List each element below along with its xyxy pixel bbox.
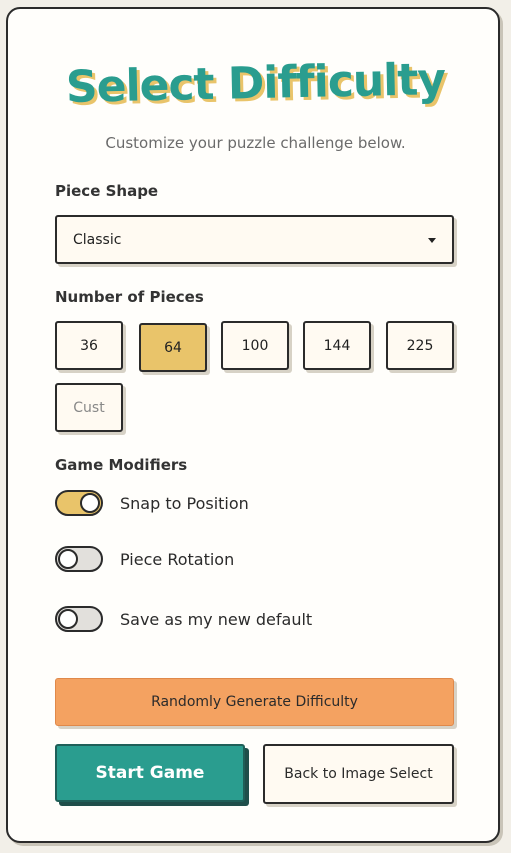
- save-default-toggle[interactable]: [55, 606, 103, 632]
- toggle-knob: [58, 609, 78, 629]
- piece-rotation-toggle[interactable]: [55, 546, 103, 572]
- piece-count-36-button[interactable]: 36: [55, 321, 123, 370]
- piece-count-144-button[interactable]: 144: [303, 321, 371, 370]
- snap-to-position-label: Snap to Position: [120, 493, 249, 513]
- game-modifiers-label: Game Modifiers: [55, 456, 188, 474]
- random-difficulty-button[interactable]: Randomly Generate Difficulty: [55, 678, 454, 726]
- start-game-button[interactable]: Start Game: [55, 744, 245, 802]
- save-default-label: Save as my new default: [120, 609, 313, 629]
- piece-count-custom-input[interactable]: Cust: [55, 383, 123, 432]
- piece-rotation-row: Piece Rotation: [55, 545, 234, 573]
- piece-shape-value: Classic: [73, 231, 122, 248]
- number-of-pieces-label: Number of Pieces: [55, 288, 204, 306]
- toggle-knob: [58, 549, 78, 569]
- toggle-knob: [80, 493, 100, 513]
- page-title: Select Difficulty: [65, 54, 446, 113]
- piece-shape-label: Piece Shape: [55, 182, 159, 200]
- chevron-down-icon: [428, 238, 436, 243]
- piece-rotation-label: Piece Rotation: [120, 549, 235, 569]
- page-subtitle: Customize your puzzle challenge below.: [105, 134, 406, 152]
- piece-count-225-button[interactable]: 225: [386, 321, 454, 370]
- save-default-row: Save as my new default: [55, 605, 312, 633]
- piece-count-64-button[interactable]: 64: [139, 323, 207, 372]
- piece-shape-select[interactable]: Classic: [55, 215, 454, 264]
- snap-to-position-row: Snap to Position: [55, 489, 249, 517]
- snap-to-position-toggle[interactable]: [55, 490, 103, 516]
- piece-count-100-button[interactable]: 100: [221, 321, 289, 370]
- back-to-image-select-button[interactable]: Back to Image Select: [263, 744, 454, 804]
